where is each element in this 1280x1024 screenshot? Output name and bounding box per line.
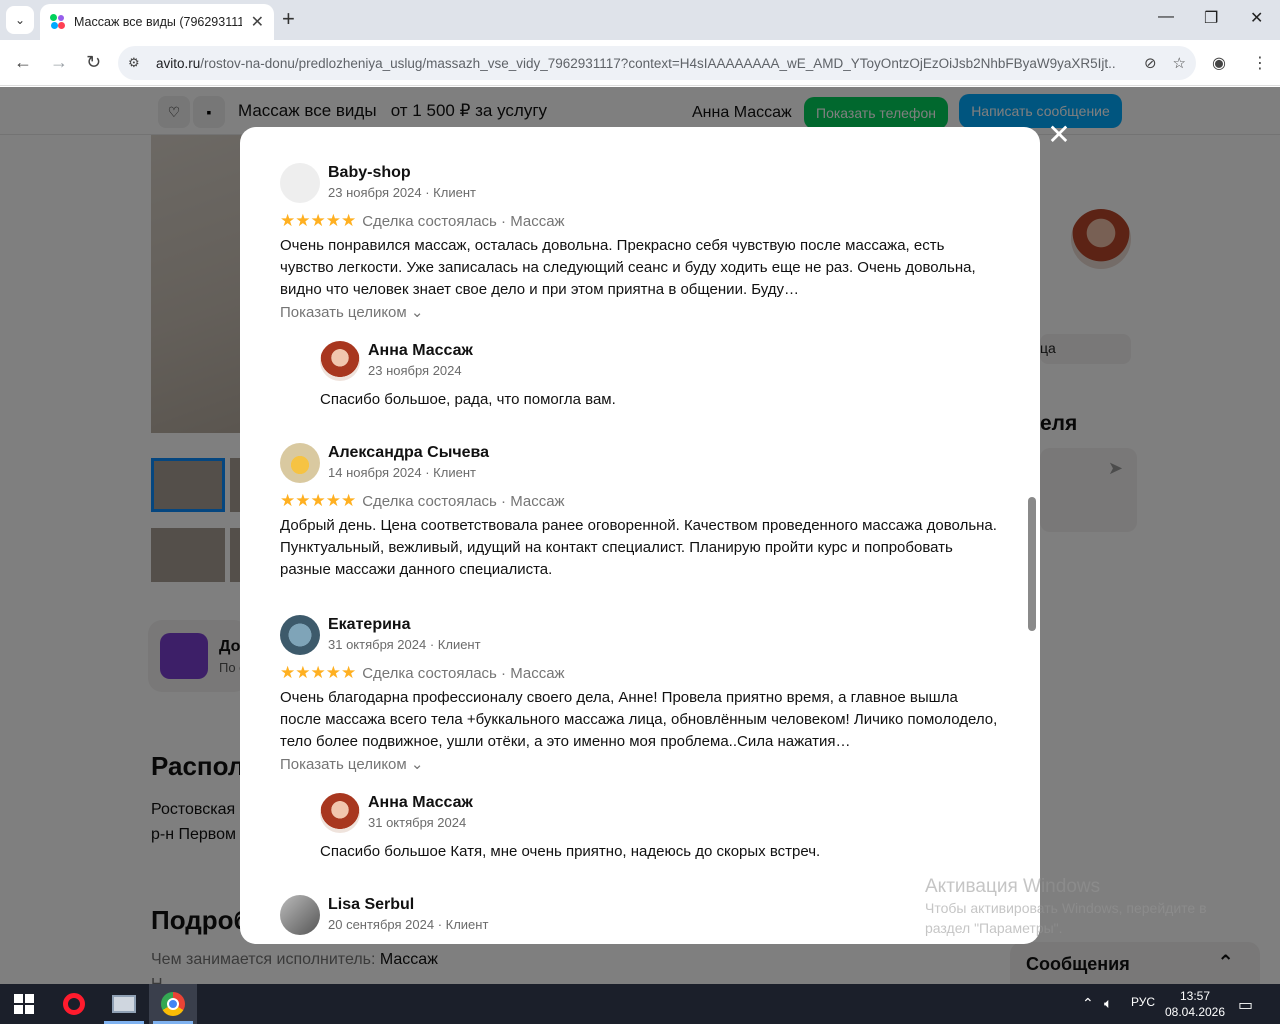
review-text: Добрый день. Цена соответствовала ранее … xyxy=(280,517,997,578)
reload-button[interactable]: ↻ xyxy=(86,52,101,72)
forward-button[interactable]: → xyxy=(50,52,68,72)
tracking-off-icon[interactable]: ⊘ xyxy=(1144,54,1157,72)
reviewer-name[interactable]: Lisa Serbul xyxy=(328,896,414,914)
deal-status: Сделка состоялась · Массаж xyxy=(362,492,565,510)
reply-text: Спасибо большое, рада, что помогла вам. xyxy=(320,391,616,408)
seller-reply-avatar xyxy=(320,341,360,381)
reply-date: 31 октября 2024 xyxy=(368,815,467,830)
reviewer-name[interactable]: Baby-shop xyxy=(328,164,411,182)
bookmark-star-icon[interactable]: ☆ xyxy=(1173,54,1186,72)
reviewer-name[interactable]: Екатерина xyxy=(328,616,410,634)
windows-activation-title: Активация Windows xyxy=(925,876,1101,897)
profile-icon[interactable]: ◉ xyxy=(1212,53,1226,73)
review-item: Екатерина 31 октября 2024 · Клиент ★★★★★… xyxy=(280,615,1000,860)
reviewer-avatar xyxy=(280,163,320,203)
app-taskbar-icon[interactable] xyxy=(100,984,148,1024)
tray-expand-icon[interactable]: ⌃ xyxy=(1082,995,1094,1012)
reviews-modal: Baby-shop 23 ноября 2024 · Клиент ★★★★★ С… xyxy=(240,127,1040,944)
seller-reply-avatar xyxy=(320,793,360,833)
review-text: Очень понравился массаж, осталась доволь… xyxy=(280,237,976,298)
chrome-taskbar-icon[interactable] xyxy=(149,984,197,1024)
seller-reply: Анна Массаж 23 ноября 2024 Спасибо больш… xyxy=(320,341,1000,408)
deal-status: Сделка состоялась · Массаж xyxy=(362,212,565,230)
taskbar-clock[interactable]: 13:57 08.04.2026 xyxy=(1160,988,1230,1020)
browser-tab-bar: ⌄ Массаж все виды (7962931117 ✕ + — ❐ ✕ xyxy=(0,0,1280,40)
windows-activation-line3: раздел "Параметры". xyxy=(925,920,1063,936)
modal-close-icon[interactable]: ✕ xyxy=(1046,121,1072,149)
reply-date: 23 ноября 2024 xyxy=(368,363,462,378)
reviewer-avatar xyxy=(280,443,320,483)
modal-scrollbar-thumb[interactable] xyxy=(1028,497,1036,631)
deal-status: Сделка состоялась · Массаж xyxy=(362,664,565,682)
browser-tab[interactable]: Массаж все виды (7962931117 ✕ xyxy=(40,4,274,40)
avito-favicon-icon xyxy=(50,14,66,30)
notifications-icon[interactable]: ▭ xyxy=(1238,995,1253,1015)
reply-author: Анна Массаж xyxy=(368,794,473,811)
close-window-button[interactable]: ✕ xyxy=(1250,8,1263,28)
review-text: Очень благодарна профессионалу своего де… xyxy=(280,689,998,750)
rating-stars-icon: ★★★★★ xyxy=(280,663,357,682)
review-item: Lisa Serbul 20 сентября 2024 · Клиент xyxy=(280,895,1000,937)
address-bar-row: ← → ↻ ⚙ avito.ru/rostov-na-donu/predlozh… xyxy=(0,40,1280,86)
url-text[interactable]: avito.ru/rostov-na-donu/predlozheniya_us… xyxy=(156,56,1116,71)
tab-title: Массаж все виды (7962931117 xyxy=(74,15,242,29)
menu-dots-icon[interactable]: ⋮ xyxy=(1252,53,1268,73)
review-meta: 14 ноября 2024 · Клиент xyxy=(328,465,476,480)
omnibox[interactable]: ⚙ avito.ru/rostov-na-donu/predlozheniya_… xyxy=(118,46,1196,80)
language-indicator[interactable]: РУС xyxy=(1131,995,1155,1009)
reviewer-name[interactable]: Александра Сычева xyxy=(328,444,489,462)
new-tab-button[interactable]: + xyxy=(282,8,295,30)
review-meta: 20 сентября 2024 · Клиент xyxy=(328,917,489,932)
windows-taskbar: ⌃ 🔈︎ РУС 13:57 08.04.2026 ▭ xyxy=(0,984,1280,1024)
show-more-link[interactable]: Показать целиком ⌄ xyxy=(280,755,1000,779)
windows-start-icon[interactable] xyxy=(14,994,34,1014)
reviews-scroll-area[interactable]: Baby-shop 23 ноября 2024 · Клиент ★★★★★ С… xyxy=(240,127,1040,944)
reply-author: Анна Массаж xyxy=(368,342,473,359)
site-info-icon[interactable]: ⚙ xyxy=(128,55,150,71)
reviewer-avatar xyxy=(280,895,320,935)
review-item: Baby-shop 23 ноября 2024 · Клиент ★★★★★ С… xyxy=(280,163,1000,408)
rating-stars-icon: ★★★★★ xyxy=(280,211,357,230)
volume-icon[interactable]: 🔈︎ xyxy=(1104,995,1112,1012)
minimize-button[interactable]: — xyxy=(1158,8,1174,26)
show-more-link[interactable]: Показать целиком ⌄ xyxy=(280,303,1000,327)
tab-close-icon[interactable]: ✕ xyxy=(251,12,264,32)
restore-button[interactable]: ❐ xyxy=(1204,8,1218,28)
review-meta: 23 ноября 2024 · Клиент xyxy=(328,185,476,200)
seller-reply: Анна Массаж 31 октября 2024 Спасибо боль… xyxy=(320,793,1000,860)
review-item: Александра Сычева 14 ноября 2024 · Клиен… xyxy=(280,443,1000,581)
rating-stars-icon: ★★★★★ xyxy=(280,491,357,510)
reviewer-avatar xyxy=(280,615,320,655)
tab-search-button[interactable]: ⌄ xyxy=(6,6,34,34)
reply-text: Спасибо большое Катя, мне очень приятно,… xyxy=(320,843,821,860)
back-button[interactable]: ← xyxy=(14,52,32,72)
review-meta: 31 октября 2024 · Клиент xyxy=(328,637,481,652)
chevron-down-icon: ⌄ xyxy=(14,13,26,27)
windows-activation-line2: Чтобы активировать Windows, перейдите в xyxy=(925,900,1207,916)
opera-taskbar-icon[interactable] xyxy=(50,984,98,1024)
